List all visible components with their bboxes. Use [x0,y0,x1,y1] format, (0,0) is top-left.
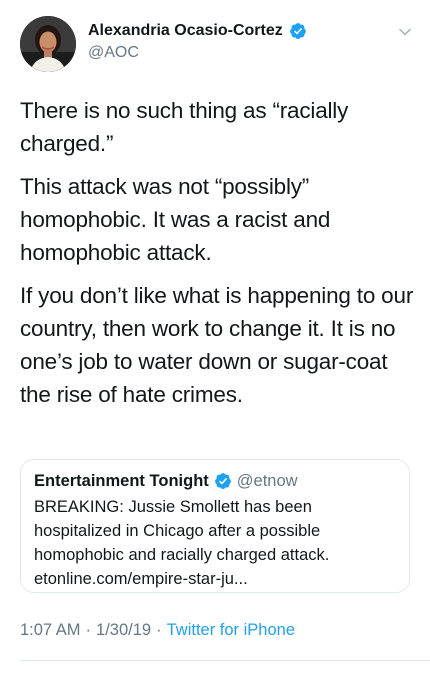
tweet-card: Alexandria Ocasio-Cortez @AOC There is n… [0,0,430,680]
avatar-photo [20,16,76,72]
author-display-name[interactable]: Alexandria Ocasio-Cortez [88,22,283,40]
tweet-meta: 1:07 AM · 1/30/19 · Twitter for iPhone [20,621,295,640]
tweet-paragraph-2: This attack was not “possibly” homophobi… [20,174,331,265]
tweet-header: Alexandria Ocasio-Cortez @AOC [88,20,307,62]
meta-separator: · [85,621,92,639]
quoted-author-name: Entertainment Tonight [34,471,209,490]
tweet-text: There is no such thing as “racially char… [20,94,415,421]
verified-badge-icon [289,23,306,39]
divider [20,660,430,661]
quoted-author-handle: @etnow [236,471,298,490]
name-row: Alexandria Ocasio-Cortez [88,20,307,42]
quoted-tweet-header: Entertainment Tonight @etnow [34,470,396,492]
tweet-paragraph-1: There is no such thing as “racially char… [20,98,349,156]
tweet-paragraph-3: If you don’t like what is happening to o… [20,283,414,407]
avatar[interactable] [20,16,76,72]
quoted-verified-badge-icon [214,473,231,489]
meta-separator-2: · [156,621,162,639]
quoted-tweet-card[interactable]: Entertainment Tonight @etnow BREAKING: J… [20,459,410,593]
tweet-source-link[interactable]: Twitter for iPhone [167,621,295,639]
chevron-down-icon[interactable] [398,25,412,39]
quoted-tweet-text: BREAKING: Jussie Smollett has been hospi… [34,498,330,588]
author-handle[interactable]: @AOC [88,44,307,62]
tweet-date[interactable]: 1/30/19 [96,621,151,639]
tweet-time[interactable]: 1:07 AM [20,621,81,639]
